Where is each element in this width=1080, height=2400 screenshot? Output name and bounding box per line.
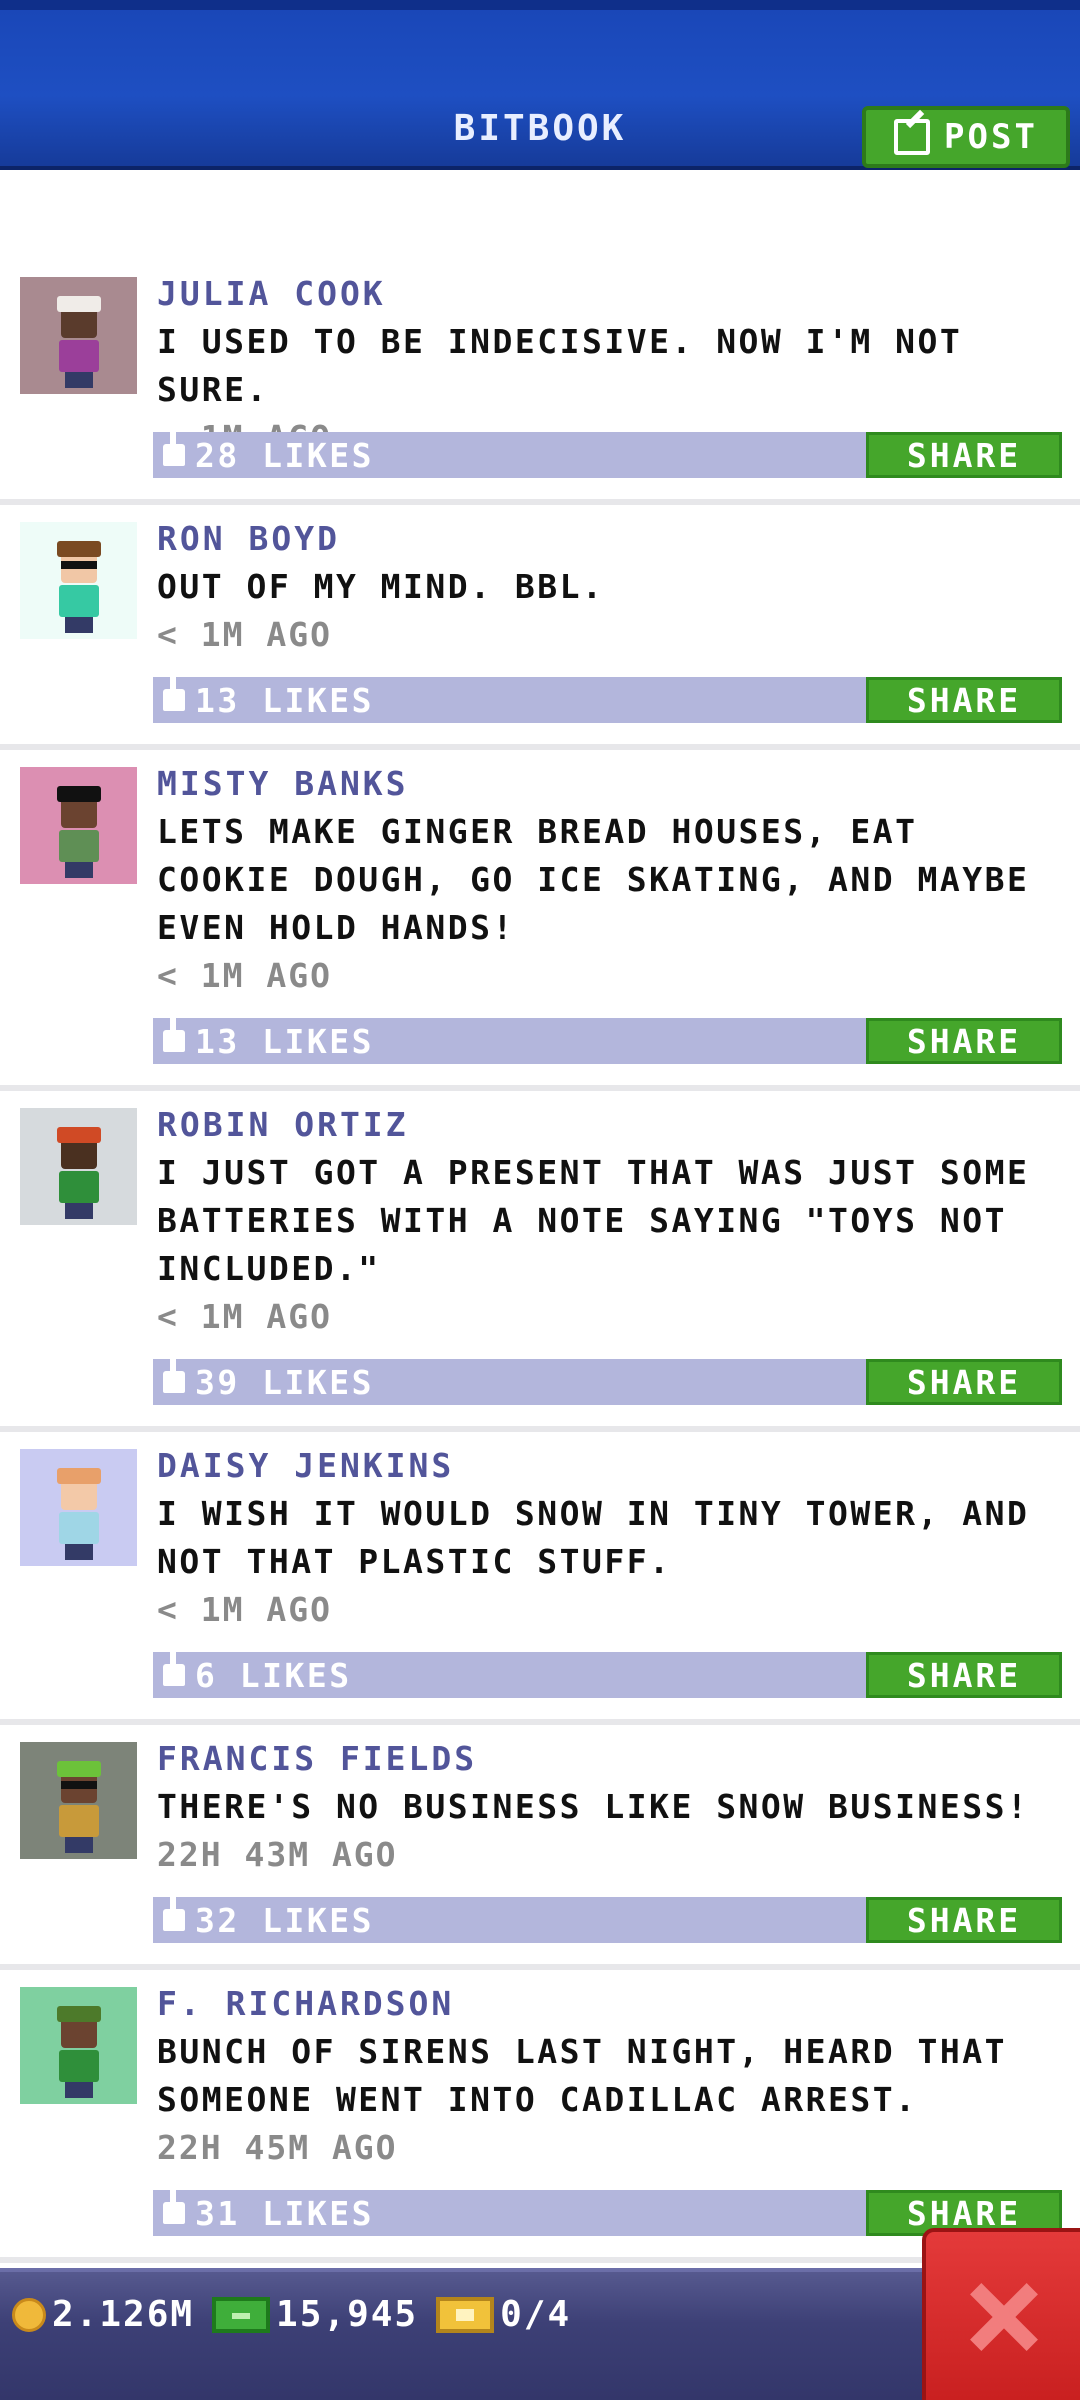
share-button[interactable]: SHARE: [866, 1359, 1062, 1405]
post-message: I USED TO BE INDECISIVE. NOW I'M NOT SUR…: [157, 322, 963, 409]
post-author[interactable]: RON BOYD: [157, 515, 1062, 563]
likes-count: 28 LIKES: [195, 435, 374, 475]
post-author[interactable]: MISTY BANKS: [157, 760, 1062, 808]
tickets-value: 0/4: [500, 2294, 572, 2335]
post-author[interactable]: FRANCIS FIELDS: [157, 1735, 1062, 1783]
avatar-figure: [49, 1759, 109, 1859]
post-message: OUT OF MY MIND. BBL.: [157, 567, 605, 606]
post-item: JULIA COOK I USED TO BE INDECISIVE. NOW …: [0, 260, 1080, 505]
post-button-label: POST: [944, 117, 1038, 157]
post-item: F. RICHARDSON BUNCH OF SIRENS LAST NIGHT…: [0, 1970, 1080, 2263]
post-timestamp: < 1M AGO: [157, 1297, 332, 1336]
likes-count: 6 LIKES: [195, 1655, 352, 1695]
thumbs-up-icon: [163, 424, 185, 466]
avatar-figure: [49, 539, 109, 639]
thumbs-up-icon: [163, 2182, 185, 2224]
likes-bar[interactable]: 39 LIKES SHARE: [153, 1351, 1062, 1405]
thumbs-up-icon: [163, 669, 185, 711]
post-message: I WISH IT WOULD SNOW IN TINY TOWER, AND …: [157, 1494, 1030, 1581]
thumbs-up-icon: [163, 1010, 185, 1052]
coins-value: 2.126M: [52, 2294, 195, 2335]
post-item: DAISY JENKINS I WISH IT WOULD SNOW IN TI…: [0, 1432, 1080, 1725]
edit-icon: [894, 119, 931, 155]
likes-count: 13 LIKES: [195, 680, 374, 720]
post-item: ROBIN ORTIZ I JUST GOT A PRESENT THAT WA…: [0, 1091, 1080, 1432]
tickets-stat: 0/4: [436, 2294, 571, 2335]
post-item: MISTY BANKS LETS MAKE GINGER BREAD HOUSE…: [0, 750, 1080, 1091]
post-timestamp: 22H 43M AGO: [157, 1835, 398, 1874]
app-header: BITBOOK POST: [0, 0, 1080, 170]
likes-bar[interactable]: 13 LIKES SHARE: [153, 669, 1062, 723]
avatar[interactable]: [20, 277, 137, 394]
thumbs-up-icon: [163, 1644, 185, 1686]
coins-stat: 2.126M: [12, 2294, 194, 2335]
share-button[interactable]: SHARE: [866, 1897, 1062, 1943]
avatar[interactable]: [20, 1742, 137, 1859]
post-message: THERE'S NO BUSINESS LIKE SNOW BUSINESS!: [157, 1787, 1030, 1826]
close-button[interactable]: [922, 2228, 1080, 2400]
likes-count: 39 LIKES: [195, 1362, 374, 1402]
likes-bar[interactable]: 32 LIKES SHARE: [153, 1889, 1062, 1943]
post-feed[interactable]: JULIA COOK I USED TO BE INDECISIVE. NOW …: [0, 260, 1080, 2263]
post-timestamp: < 1M AGO: [157, 956, 332, 995]
post-message: BUNCH OF SIRENS LAST NIGHT, HEARD THAT S…: [157, 2032, 1007, 2119]
post-message: I JUST GOT A PRESENT THAT WAS JUST SOME …: [157, 1153, 1030, 1288]
share-button[interactable]: SHARE: [866, 432, 1062, 478]
likes-count: 32 LIKES: [195, 1900, 374, 1940]
glasses: [60, 561, 97, 569]
post-text: ROBIN ORTIZ I JUST GOT A PRESENT THAT WA…: [157, 1101, 1062, 1341]
likes-bar[interactable]: 28 LIKES SHARE: [153, 424, 1062, 478]
post-item: FRANCIS FIELDS THERE'S NO BUSINESS LIKE …: [0, 1725, 1080, 1970]
post-message: LETS MAKE GINGER BREAD HOUSES, EAT COOKI…: [157, 812, 1030, 947]
coin-icon: [12, 2297, 46, 2332]
post-text: DAISY JENKINS I WISH IT WOULD SNOW IN TI…: [157, 1442, 1062, 1634]
post-text: FRANCIS FIELDS THERE'S NO BUSINESS LIKE …: [157, 1735, 1062, 1879]
bux-value: 15,945: [276, 2294, 419, 2335]
bottom-status-bar: 2.126M 15,945 0/4: [0, 2268, 1080, 2400]
avatar[interactable]: [20, 522, 137, 639]
thumbs-up-icon: [163, 1889, 185, 1931]
share-button[interactable]: SHARE: [866, 1018, 1062, 1064]
post-timestamp: 22H 45M AGO: [157, 2128, 398, 2167]
post-item: RON BOYD OUT OF MY MIND. BBL. < 1M AGO 1…: [0, 505, 1080, 750]
avatar-figure: [49, 1125, 109, 1225]
bux-icon: [212, 2296, 271, 2333]
glasses: [60, 1781, 97, 1789]
post-author[interactable]: JULIA COOK: [157, 270, 1062, 318]
likes-bar[interactable]: 6 LIKES SHARE: [153, 1644, 1062, 1698]
share-button[interactable]: SHARE: [866, 677, 1062, 723]
avatar[interactable]: [20, 767, 137, 884]
post-timestamp: < 1M AGO: [157, 615, 332, 654]
share-button[interactable]: SHARE: [866, 1652, 1062, 1698]
avatar[interactable]: [20, 1987, 137, 2104]
likes-bar[interactable]: 13 LIKES SHARE: [153, 1010, 1062, 1064]
bux-stat: 15,945: [212, 2294, 418, 2335]
post-button[interactable]: POST: [862, 106, 1070, 168]
post-timestamp: < 1M AGO: [157, 1590, 332, 1629]
thumbs-up-icon: [163, 1351, 185, 1393]
post-author[interactable]: ROBIN ORTIZ: [157, 1101, 1062, 1149]
post-text: F. RICHARDSON BUNCH OF SIRENS LAST NIGHT…: [157, 1980, 1062, 2172]
avatar-figure: [49, 2004, 109, 2104]
avatar-figure: [49, 294, 109, 394]
currency-stats: 2.126M 15,945 0/4: [12, 2294, 571, 2335]
post-text: MISTY BANKS LETS MAKE GINGER BREAD HOUSE…: [157, 760, 1062, 1000]
ticket-icon: [436, 2296, 495, 2333]
avatar-figure: [49, 1466, 109, 1566]
avatar-figure: [49, 784, 109, 884]
avatar[interactable]: [20, 1449, 137, 1566]
likes-count: 31 LIKES: [195, 2193, 374, 2233]
likes-bar[interactable]: 31 LIKES SHARE: [153, 2182, 1062, 2236]
likes-count: 13 LIKES: [195, 1021, 374, 1061]
post-text: RON BOYD OUT OF MY MIND. BBL. < 1M AGO: [157, 515, 1062, 659]
post-author[interactable]: F. RICHARDSON: [157, 1980, 1062, 2028]
close-icon: [968, 2281, 1038, 2351]
avatar[interactable]: [20, 1108, 137, 1225]
post-author[interactable]: DAISY JENKINS: [157, 1442, 1062, 1490]
